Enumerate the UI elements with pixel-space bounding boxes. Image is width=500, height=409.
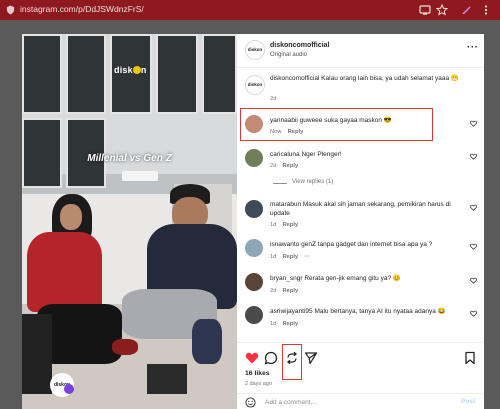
comment-meta: 2d Reply bbox=[270, 288, 299, 294]
repost-icon[interactable] bbox=[285, 351, 299, 365]
window-frame bbox=[156, 34, 198, 114]
person-sneaker bbox=[192, 319, 222, 364]
more-options-button[interactable]: ··· bbox=[467, 42, 479, 53]
comment-text: caricaluna Nger Plenger! bbox=[270, 151, 342, 158]
browser-toolbar: instagram.com/p/DdJSWdnzFrS/ bbox=[0, 0, 500, 20]
like-heart-icon[interactable] bbox=[245, 351, 259, 365]
window-frame bbox=[66, 34, 106, 114]
browser-menu-icon[interactable] bbox=[480, 4, 492, 16]
view-replies-button[interactable]: View replies (1) bbox=[292, 179, 333, 185]
like-comment-heart-icon[interactable] bbox=[470, 277, 477, 284]
save-bookmark-icon[interactable] bbox=[463, 351, 477, 365]
comment-avatar[interactable] bbox=[245, 306, 263, 324]
post-actions-bar: 16 likes 2 days ago Post bbox=[237, 342, 484, 409]
share-send-icon[interactable] bbox=[304, 351, 318, 365]
post-header: diskon diskoncomofficial Original audio … bbox=[237, 34, 484, 68]
screen-share-icon[interactable] bbox=[419, 4, 431, 16]
bookmark-star-icon[interactable] bbox=[436, 4, 448, 16]
chair-right-base bbox=[147, 364, 187, 394]
comment-meta: 2d Reply bbox=[270, 163, 299, 169]
post-side-panel: diskon diskoncomofficial Original audio … bbox=[237, 34, 484, 409]
comment-text: yannaabii guweee suka gayaa maskon 😎 bbox=[270, 117, 392, 124]
comment-avatar[interactable] bbox=[245, 115, 263, 133]
reply-button[interactable]: Reply bbox=[282, 254, 298, 260]
post-comment-button[interactable]: Post bbox=[461, 398, 475, 405]
comment-avatar[interactable] bbox=[245, 239, 263, 257]
post-date: 2 days ago bbox=[245, 381, 272, 387]
like-comment-heart-icon[interactable] bbox=[470, 153, 477, 160]
comment-text: isnawanto genZ tanpa gadget dan internet… bbox=[270, 241, 433, 248]
address-bar-url[interactable]: instagram.com/p/DdJSWdnzFrS/ bbox=[20, 4, 144, 14]
comment-meta: Now Reply bbox=[270, 129, 304, 135]
reply-button[interactable]: Reply bbox=[282, 222, 298, 228]
like-comment-heart-icon[interactable] bbox=[470, 204, 477, 211]
logo-badge bbox=[64, 384, 74, 394]
account-username[interactable]: diskoncomofficial bbox=[270, 42, 330, 49]
comment-bubble-icon[interactable] bbox=[264, 351, 278, 365]
add-comment-bar: Post bbox=[237, 393, 484, 409]
comment-meta: 1d Reply ··· bbox=[270, 254, 311, 260]
window-frame bbox=[22, 34, 62, 114]
video-brand-watermark: disk n bbox=[114, 65, 147, 75]
comment-input[interactable] bbox=[265, 397, 435, 408]
comment-avatar[interactable] bbox=[245, 200, 263, 218]
reel-video[interactable]: disk n Millenial vs Gen Z diskon bbox=[22, 34, 237, 409]
air-conditioner bbox=[122, 171, 158, 181]
extension-feather-icon[interactable] bbox=[460, 4, 472, 16]
account-avatar[interactable]: diskon bbox=[245, 40, 265, 60]
replies-divider bbox=[273, 183, 287, 184]
comment-text: asriwijayanti95 Malu bertanya, tanya AI … bbox=[270, 308, 446, 315]
reply-button[interactable]: Reply bbox=[288, 129, 304, 135]
comment-meta: 1d Reply bbox=[270, 222, 299, 228]
caption-time: 2d bbox=[270, 96, 277, 102]
post-caption: diskoncomofficial Kalau orang lain bisa,… bbox=[270, 75, 459, 82]
person-face bbox=[60, 204, 82, 230]
chair-left bbox=[22, 314, 52, 394]
reply-button[interactable]: Reply bbox=[282, 288, 298, 294]
like-comment-heart-icon[interactable] bbox=[470, 120, 477, 127]
comment-avatar[interactable] bbox=[245, 273, 263, 291]
person-red-top bbox=[27, 232, 102, 312]
comment-avatar[interactable] bbox=[245, 149, 263, 167]
reply-button[interactable]: Reply bbox=[282, 321, 298, 327]
comment-more-button[interactable]: ··· bbox=[304, 254, 310, 260]
likes-count[interactable]: 16 likes bbox=[245, 370, 270, 377]
reply-button[interactable]: Reply bbox=[282, 163, 298, 169]
window-frame bbox=[202, 34, 237, 114]
emoji-picker-icon[interactable] bbox=[245, 397, 256, 408]
comment-meta: 1d Reply bbox=[270, 321, 299, 327]
audio-label[interactable]: Original audio bbox=[270, 52, 307, 58]
site-info-icon[interactable] bbox=[6, 5, 15, 15]
like-comment-heart-icon[interactable] bbox=[470, 310, 477, 317]
person-red-shoe bbox=[112, 339, 138, 355]
caption-avatar[interactable]: diskon bbox=[245, 75, 265, 95]
like-comment-heart-icon[interactable] bbox=[470, 243, 477, 250]
comment-text: matarabun Masuk akal sih jaman sekarang,… bbox=[270, 201, 451, 217]
comment-text: bryan_sngr Rerata gen-jik emang gitu ya?… bbox=[270, 275, 401, 282]
video-title-overlay: Millenial vs Gen Z bbox=[87, 153, 172, 164]
